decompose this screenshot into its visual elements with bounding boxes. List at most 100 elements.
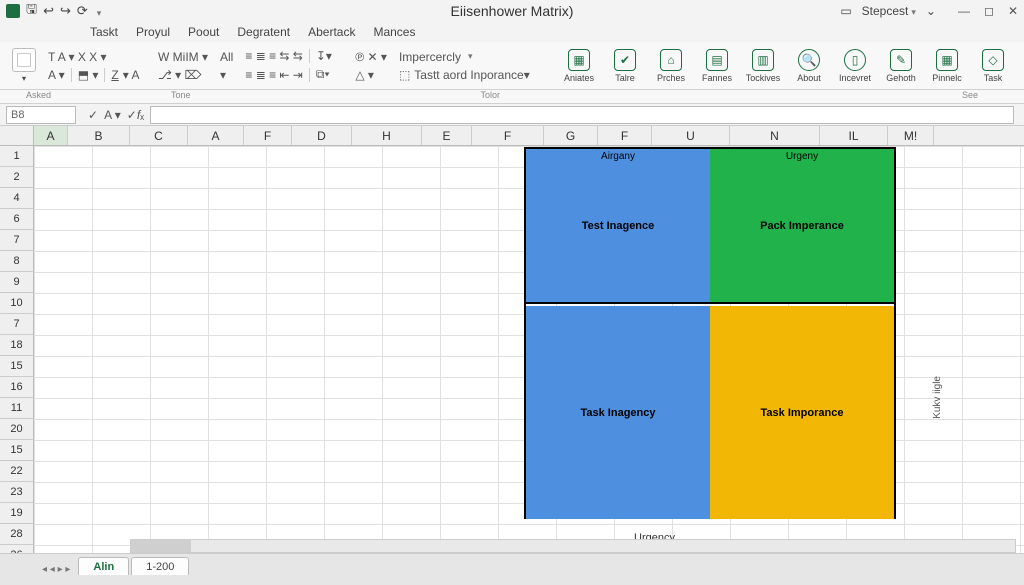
menu-item[interactable]: Abertack bbox=[308, 25, 355, 39]
big-btn[interactable]: ▦Pinnelc bbox=[928, 49, 966, 83]
quadrant-label: Task Inagency bbox=[581, 407, 656, 419]
row-header[interactable]: 4 bbox=[0, 188, 34, 209]
row-header[interactable]: 22 bbox=[0, 461, 34, 482]
ribbon: ▾ T A ▾ X X ▾ A ▾ ⬒ ▾ Z ▾ A W MiIM ▾ ⎇ ▾… bbox=[0, 42, 1024, 90]
minimize-button[interactable]: — bbox=[958, 4, 970, 18]
wrap-group: Impercercly ⬚ Tastt aord Inporance▾ bbox=[393, 50, 536, 82]
row-header[interactable]: 7 bbox=[0, 230, 34, 251]
all-group: All ▾ bbox=[214, 50, 239, 82]
big-btn[interactable]: ▦Aniates bbox=[560, 49, 598, 83]
col-header[interactable]: IL bbox=[820, 126, 888, 145]
page-icon: ▯ bbox=[844, 49, 866, 71]
big-btn[interactable]: ▥Tockives bbox=[744, 49, 782, 83]
quadrant-top-right: Urgeny Pack Imperance bbox=[710, 149, 894, 304]
big-btn[interactable]: 🔍About bbox=[790, 49, 828, 83]
grid-icon: ▦ bbox=[568, 49, 590, 71]
col-header[interactable]: N bbox=[730, 126, 820, 145]
row-header[interactable]: 6 bbox=[0, 209, 34, 230]
col-header[interactable]: F bbox=[244, 126, 292, 145]
top-label-right: Urgeny bbox=[786, 151, 818, 162]
menu-item[interactable]: Degratent bbox=[237, 25, 290, 39]
row-header[interactable]: 15 bbox=[0, 440, 34, 461]
row-header[interactable]: 16 bbox=[0, 377, 34, 398]
refresh-icon[interactable]: ⟳ bbox=[77, 3, 88, 19]
row-header[interactable]: 8 bbox=[0, 251, 34, 272]
col-header[interactable]: F bbox=[472, 126, 544, 145]
formula-input[interactable] bbox=[150, 106, 1014, 124]
sheet-tab[interactable]: 1-200 bbox=[131, 557, 189, 575]
big-btn[interactable]: ⌂Prches bbox=[652, 49, 690, 83]
formula-buttons: ✓ A ▾ ✓fₓ bbox=[82, 108, 150, 122]
menu-item[interactable]: Poout bbox=[188, 25, 219, 39]
sheet-tabs: ◂ ◂ ▸ ▸ Alin 1-200 bbox=[0, 553, 1024, 575]
select-all-corner[interactable] bbox=[0, 126, 34, 145]
row-header[interactable]: 1 bbox=[0, 146, 34, 167]
formula-bar-row: ✓ A ▾ ✓fₓ bbox=[0, 104, 1024, 126]
close-button[interactable]: ✕ bbox=[1008, 4, 1018, 18]
col-header[interactable]: D bbox=[292, 126, 352, 145]
big-btn[interactable]: ✎Gehoth bbox=[882, 49, 920, 83]
font-row-1[interactable]: T A ▾ X X ▾ bbox=[48, 50, 146, 64]
stepcest-dropdown[interactable]: Stepcest bbox=[862, 4, 916, 18]
row-header[interactable]: 9 bbox=[0, 272, 34, 293]
group-label: Tolor bbox=[461, 90, 521, 100]
right-axis-label: Kukv iigle bbox=[932, 376, 943, 419]
undo-icon[interactable]: ↩ bbox=[43, 3, 54, 19]
ribbon-mode-icon[interactable]: ⌄ bbox=[926, 4, 936, 18]
font-group: T A ▾ X X ▾ A ▾ ⬒ ▾ Z ▾ A bbox=[42, 50, 152, 82]
row-header[interactable]: 11 bbox=[0, 398, 34, 419]
col-header[interactable]: C bbox=[130, 126, 188, 145]
redo-icon[interactable]: ↪ bbox=[60, 3, 71, 19]
menu-item[interactable]: Proyul bbox=[136, 25, 170, 39]
big-btn[interactable]: ▯Incevret bbox=[836, 49, 874, 83]
scroll-thumb[interactable] bbox=[131, 540, 191, 552]
quadrant-label: Task Imporance bbox=[761, 407, 844, 419]
col-header[interactable]: G bbox=[544, 126, 598, 145]
big-btn[interactable]: ▤Fannes bbox=[698, 49, 736, 83]
row-header[interactable]: 7 bbox=[0, 314, 34, 335]
col-header[interactable]: B bbox=[68, 126, 130, 145]
row-header[interactable]: 18 bbox=[0, 335, 34, 356]
menu-item[interactable]: Mances bbox=[373, 25, 415, 39]
paste-button[interactable]: ▾ bbox=[6, 48, 42, 83]
name-box[interactable] bbox=[6, 106, 76, 124]
save-icon[interactable]: 🖫 bbox=[26, 0, 37, 22]
col-header[interactable]: H bbox=[352, 126, 422, 145]
col-header[interactable]: A bbox=[34, 126, 68, 145]
big-btn[interactable]: ✔Talre bbox=[606, 49, 644, 83]
row-header[interactable]: 10 bbox=[0, 293, 34, 314]
tab-nav[interactable]: ◂ ◂ ▸ ▸ bbox=[34, 564, 78, 575]
row-header[interactable]: 15 bbox=[0, 356, 34, 377]
row-header[interactable]: 19 bbox=[0, 503, 34, 524]
doc-icon: ▥ bbox=[752, 49, 774, 71]
row-header[interactable]: 23 bbox=[0, 482, 34, 503]
app-icon bbox=[6, 4, 20, 18]
spreadsheet-grid[interactable]: A B C A F D H E F G F U N IL M! 12467891… bbox=[0, 126, 1024, 575]
sheet-icon: ▤ bbox=[706, 49, 728, 71]
quadrant-label: Pack Imperance bbox=[760, 220, 844, 232]
menu-item[interactable]: Taskt bbox=[90, 25, 118, 39]
cells-area[interactable]: Airgany Test Inagence Urgeny Pack Impera… bbox=[34, 146, 1024, 555]
pen-icon: ✎ bbox=[890, 49, 912, 71]
col-header[interactable]: U bbox=[652, 126, 730, 145]
horizontal-scrollbar[interactable] bbox=[130, 539, 1016, 553]
row-header[interactable]: 20 bbox=[0, 419, 34, 440]
home-icon: ⌂ bbox=[660, 49, 682, 71]
enter-icon[interactable]: A ▾ bbox=[104, 108, 121, 122]
fx-icon[interactable]: ✓fₓ bbox=[127, 108, 144, 122]
cancel-icon[interactable]: ✓ bbox=[88, 108, 98, 122]
col-header[interactable]: E bbox=[422, 126, 472, 145]
sheet-tab[interactable]: Alin bbox=[78, 557, 129, 575]
row-header[interactable]: 28 bbox=[0, 524, 34, 545]
col-header[interactable]: A bbox=[188, 126, 244, 145]
maximize-button[interactable]: ◻ bbox=[984, 4, 994, 18]
qat-more-icon[interactable] bbox=[94, 4, 102, 19]
row-headers: 1246789107181516112015222319282625 bbox=[0, 146, 34, 555]
col-header[interactable]: M! bbox=[888, 126, 934, 145]
row-header[interactable]: 2 bbox=[0, 167, 34, 188]
font-row-2[interactable]: A ▾ ⬒ ▾ Z ▾ A bbox=[48, 68, 146, 82]
big-btn[interactable]: ◇Task bbox=[974, 49, 1012, 83]
col-header[interactable]: F bbox=[598, 126, 652, 145]
file-chip-icon[interactable]: ▭ bbox=[840, 4, 851, 18]
title-bar: 🖫 ↩ ↪ ⟳ Eiisenhower Matrix) ▭ Stepcest ⌄… bbox=[0, 0, 1024, 22]
